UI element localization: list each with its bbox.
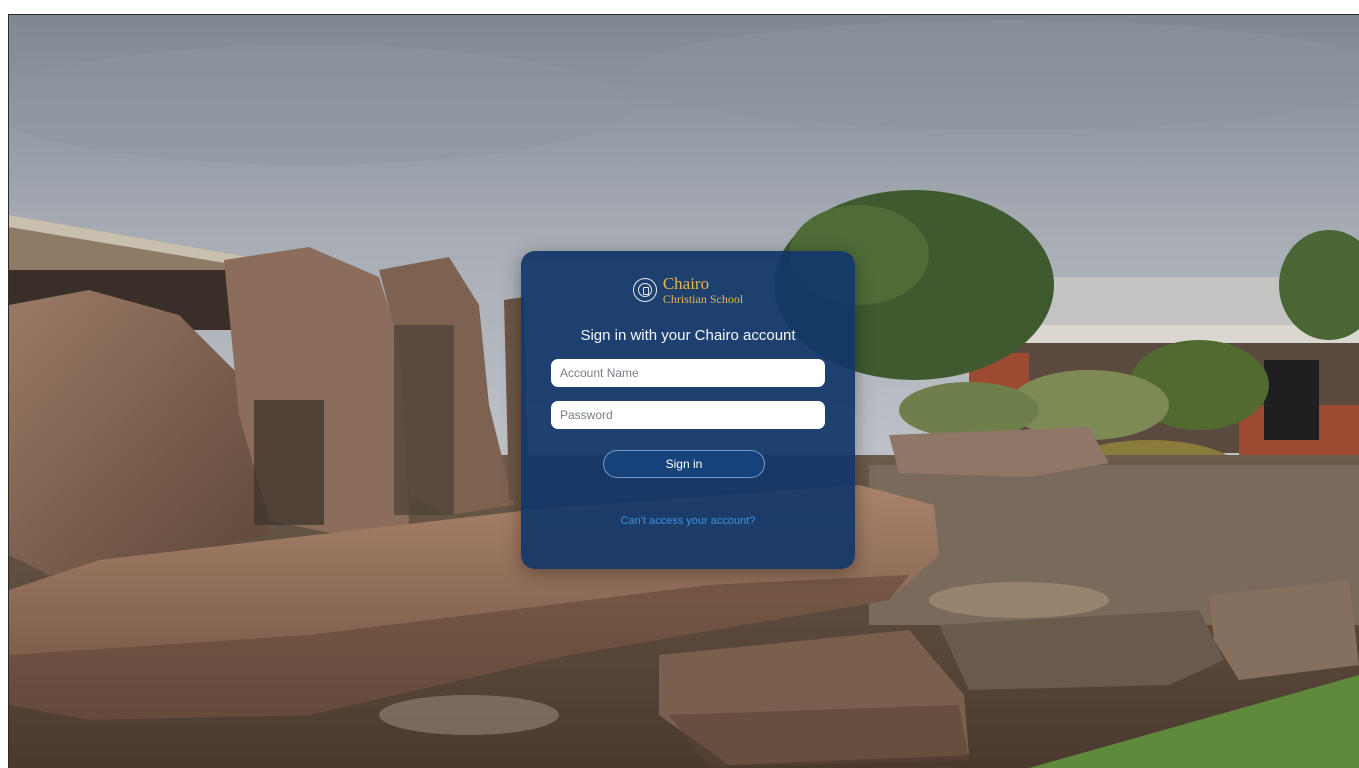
login-screen: Chairo Christian School Sign in with you…: [8, 14, 1359, 768]
login-card: Chairo Christian School Sign in with you…: [521, 251, 855, 569]
cant-access-account-link[interactable]: Can't access your account?: [521, 515, 855, 527]
brand-subtitle: Christian School: [662, 292, 744, 306]
school-crest-icon: [632, 278, 657, 302]
account-name-input[interactable]: [551, 359, 825, 387]
brand-name: Chairo: [662, 274, 710, 293]
sign-in-button[interactable]: Sign in: [603, 450, 765, 478]
sign-in-heading: Sign in with your Chairo account: [580, 327, 796, 344]
brand-logo: Chairo Christian School: [521, 275, 855, 305]
password-input[interactable]: [551, 401, 825, 429]
